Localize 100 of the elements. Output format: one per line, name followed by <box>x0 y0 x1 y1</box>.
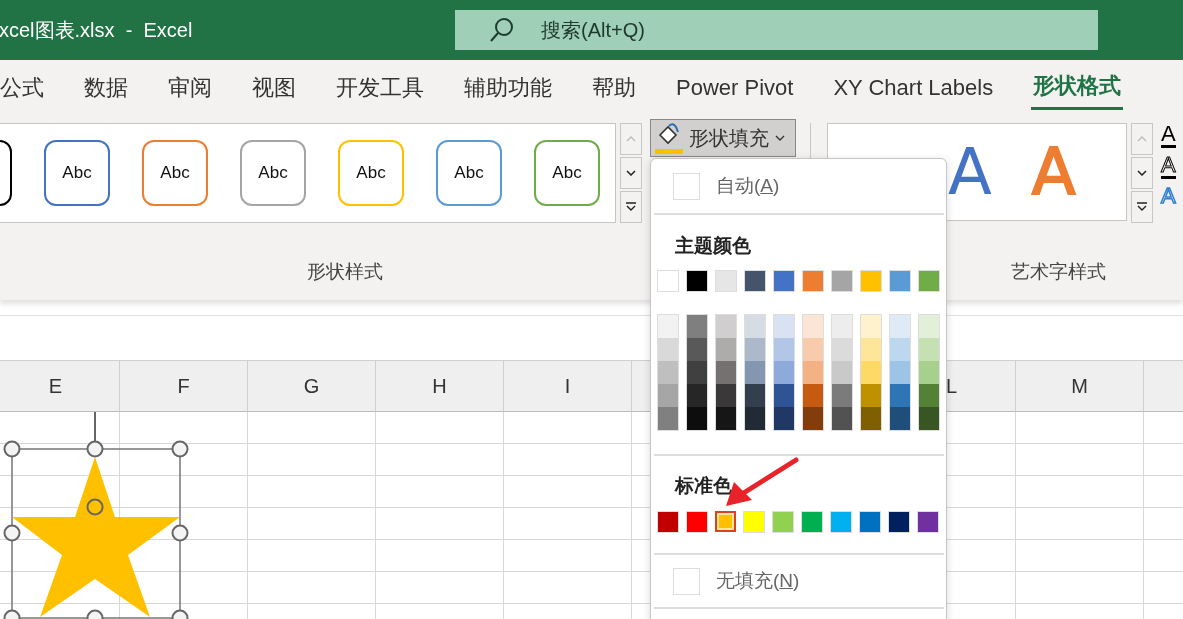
color-swatch[interactable] <box>803 384 823 407</box>
resize-handle[interactable] <box>3 440 21 458</box>
color-swatch[interactable] <box>861 361 881 384</box>
color-swatch[interactable] <box>658 361 678 384</box>
color-swatch[interactable] <box>803 338 823 361</box>
resize-handle[interactable] <box>3 524 21 542</box>
more-button[interactable] <box>1131 191 1153 223</box>
ribbon-tab[interactable]: 审阅 <box>166 66 214 109</box>
auto-menu-item[interactable]: 自动(A) <box>651 159 946 213</box>
color-swatch[interactable] <box>832 384 852 407</box>
color-swatch[interactable] <box>832 407 852 430</box>
shape-style-item[interactable]: Abc <box>142 140 208 206</box>
color-swatch[interactable] <box>658 384 678 407</box>
ribbon-tab[interactable]: XY Chart Labels <box>831 68 996 107</box>
color-swatch[interactable] <box>774 361 794 384</box>
color-swatch[interactable] <box>890 384 910 407</box>
color-swatch[interactable] <box>861 315 881 338</box>
color-swatch[interactable] <box>919 407 939 430</box>
no-fill-menu-item[interactable]: 无填充(N) <box>651 555 946 607</box>
color-swatch[interactable] <box>861 407 881 430</box>
color-swatch[interactable] <box>687 384 707 407</box>
color-swatch[interactable] <box>803 315 823 338</box>
resize-handle[interactable] <box>3 609 21 619</box>
scroll-down-button[interactable] <box>1131 157 1153 189</box>
ribbon-tab[interactable]: 视图 <box>250 66 298 109</box>
color-swatch[interactable] <box>687 407 707 430</box>
wordart-style-item[interactable]: A <box>948 140 992 204</box>
color-swatch[interactable] <box>890 361 910 384</box>
color-swatch[interactable] <box>919 315 939 338</box>
color-swatch[interactable] <box>861 384 881 407</box>
more-button[interactable] <box>620 191 642 223</box>
color-swatch[interactable] <box>745 407 765 430</box>
color-swatch[interactable] <box>658 407 678 430</box>
shape-style-item[interactable]: Abc <box>44 140 110 206</box>
color-swatch[interactable] <box>803 361 823 384</box>
color-swatch[interactable] <box>774 384 794 407</box>
color-preview-box <box>673 172 700 200</box>
color-swatch[interactable] <box>803 407 823 430</box>
color-swatch[interactable] <box>716 361 736 384</box>
ribbon-tab[interactable]: Power Pivot <box>674 68 796 107</box>
ribbon-tab[interactable]: 数据 <box>82 66 130 109</box>
ribbon-tab[interactable]: 开发工具 <box>334 66 426 109</box>
color-swatch[interactable] <box>716 407 736 430</box>
text-fill-button[interactable]: A <box>1161 123 1176 148</box>
resize-handle[interactable] <box>86 440 104 458</box>
ribbon-tab[interactable]: 公式 <box>0 66 46 109</box>
ribbon-tab[interactable]: 帮助 <box>590 66 638 109</box>
color-swatch[interactable] <box>832 338 852 361</box>
chevron-up-icon <box>1137 136 1147 142</box>
color-swatch[interactable] <box>715 511 736 532</box>
shape-style-item[interactable]: Abc <box>534 140 600 206</box>
color-swatch[interactable] <box>919 338 939 361</box>
scroll-down-button[interactable] <box>620 157 642 189</box>
shape-style-item[interactable]: Abc <box>338 140 404 206</box>
color-swatch[interactable] <box>687 315 707 338</box>
section-heading: 标准色 <box>675 474 733 497</box>
color-swatch[interactable] <box>687 338 707 361</box>
column-header[interactable]: G <box>248 361 376 411</box>
color-swatch[interactable] <box>890 338 910 361</box>
color-swatch[interactable] <box>774 315 794 338</box>
caret-icon <box>775 134 785 142</box>
ribbon-tab[interactable]: 形状格式 <box>1031 65 1124 110</box>
color-swatch[interactable] <box>861 338 881 361</box>
column-header[interactable]: F <box>120 361 248 411</box>
color-swatch[interactable] <box>774 338 794 361</box>
column-header[interactable]: H <box>376 361 504 411</box>
color-swatch[interactable] <box>658 315 678 338</box>
group-label: 形状样式 <box>307 260 383 284</box>
color-swatch[interactable] <box>745 384 765 407</box>
color-swatch[interactable] <box>832 361 852 384</box>
scroll-up-button[interactable] <box>620 123 642 155</box>
color-swatch[interactable] <box>687 361 707 384</box>
shape-fill-button[interactable]: 形状填充 <box>650 119 796 157</box>
color-swatch[interactable] <box>774 407 794 430</box>
color-swatch[interactable] <box>745 361 765 384</box>
color-swatch[interactable] <box>832 315 852 338</box>
search-field[interactable]: 搜索(Alt+Q) <box>455 10 1098 50</box>
color-swatch[interactable] <box>745 338 765 361</box>
column-header[interactable]: I <box>504 361 632 411</box>
column-header[interactable]: E <box>0 361 120 411</box>
shape-style-item[interactable]: Abc <box>240 140 306 206</box>
resize-handle[interactable] <box>171 440 189 458</box>
color-swatch[interactable] <box>745 315 765 338</box>
color-swatch[interactable] <box>919 384 939 407</box>
ribbon-tab[interactable]: 辅助功能 <box>462 66 554 109</box>
shape-style-item[interactable]: Abc <box>436 140 502 206</box>
column-header[interactable]: M <box>1016 361 1144 411</box>
expand-icon <box>625 202 637 212</box>
adjust-handle[interactable] <box>86 498 104 516</box>
resize-handle[interactable] <box>171 524 189 542</box>
color-swatch[interactable] <box>919 361 939 384</box>
color-swatch[interactable] <box>890 315 910 338</box>
color-swatch[interactable] <box>716 315 736 338</box>
scroll-up-button[interactable] <box>1131 123 1153 155</box>
resize-handle[interactable] <box>86 609 104 619</box>
resize-handle[interactable] <box>171 609 189 619</box>
color-swatch[interactable] <box>716 338 736 361</box>
color-swatch[interactable] <box>890 407 910 430</box>
color-swatch[interactable] <box>658 338 678 361</box>
color-swatch[interactable] <box>716 384 736 407</box>
